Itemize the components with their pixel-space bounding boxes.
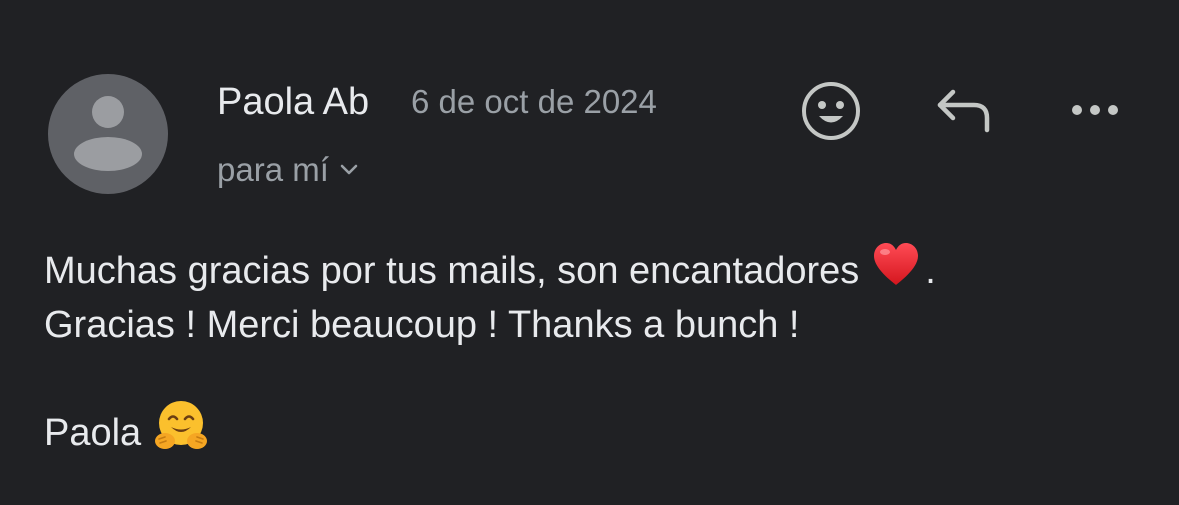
signature-text: Paola bbox=[44, 412, 142, 454]
body-signature-line: Paola bbox=[44, 400, 1164, 460]
body-text-line-2: Gracias ! Merci beaucoup ! Thanks a bunc… bbox=[44, 304, 800, 346]
red-heart-emoji bbox=[871, 241, 921, 302]
email-body: Muchas gracias por tus mails, son encant… bbox=[44, 242, 1164, 460]
body-blank-line bbox=[44, 352, 1164, 406]
reply-button[interactable] bbox=[930, 80, 996, 140]
body-text-line-1-end: . bbox=[925, 250, 936, 292]
hugging-face-emoji bbox=[153, 399, 209, 468]
chevron-down-icon bbox=[339, 163, 359, 177]
body-line-1: Muchas gracias por tus mails, son encant… bbox=[44, 242, 1164, 298]
body-line-2: Gracias ! Merci beaucoup ! Thanks a bunc… bbox=[44, 298, 1164, 352]
add-reaction-button[interactable] bbox=[798, 78, 864, 144]
person-avatar-icon bbox=[74, 96, 142, 171]
reply-arrow-icon bbox=[937, 89, 990, 133]
more-horizontal-icon bbox=[1072, 105, 1118, 115]
more-options-button[interactable] bbox=[1062, 88, 1128, 132]
recipient-details-toggle[interactable]: para mí bbox=[217, 150, 359, 190]
recipient-label: para mí bbox=[217, 151, 329, 188]
smiley-icon bbox=[802, 82, 860, 140]
sender-name[interactable]: Paola Ab bbox=[217, 80, 369, 124]
sender-avatar[interactable] bbox=[48, 74, 168, 194]
email-date: 6 de oct de 2024 bbox=[411, 83, 657, 120]
body-text-line-1: Muchas gracias por tus mails, son encant… bbox=[44, 250, 860, 292]
